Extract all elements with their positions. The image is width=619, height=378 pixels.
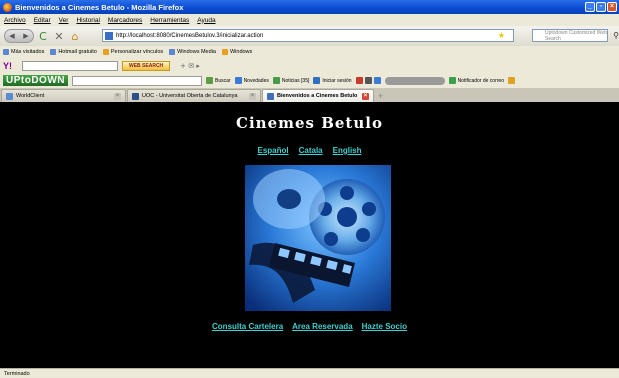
cinemes-favicon [267, 92, 274, 100]
window-controls: _ ▫ × [585, 2, 617, 12]
web-search-button[interactable]: WEB SEARCH [122, 60, 171, 71]
tab-worldclient[interactable]: WorldClient × [1, 89, 126, 102]
iniciar-sesion-button[interactable]: Iniciar sesión [313, 77, 352, 84]
menu-ayuda[interactable]: Ayuda [197, 17, 215, 24]
back-forward-buttons[interactable]: ◀ ▶ [4, 29, 34, 43]
reload-icon[interactable]: C [36, 29, 50, 43]
tab-uoc[interactable]: UOC - Universitat Oberta de Catalunya × [127, 89, 261, 102]
uptodown-toolbar: UPtoDOWN Buscar Novedades Noticias [35] … [0, 73, 619, 88]
status-text: Terminado [4, 370, 30, 377]
bookmark-windows-media[interactable]: Windows Media [169, 49, 216, 55]
page-viewport: Cinemes Betulo Español Catala English Co… [0, 102, 619, 368]
login-icon [313, 77, 321, 84]
new-tab-icon[interactable]: + [378, 89, 383, 102]
language-links: Español Catala English [0, 146, 619, 155]
bookmark-star-icon[interactable]: ★ [498, 31, 505, 40]
stop-icon[interactable]: ✕ [52, 29, 66, 43]
tab-close-icon[interactable]: × [114, 92, 121, 100]
menu-bar: Archivo Editar Ver Historial Marcadores … [0, 14, 619, 26]
search-icon[interactable]: ⚲ [613, 31, 619, 40]
url-text: http://localhost:8080/CinemesBetulov.3/i… [116, 32, 264, 39]
navigation-bar: ◀ ▶ C ✕ ⌂ http://localhost:8080/CinemesB… [0, 26, 619, 46]
close-icon[interactable]: × [607, 2, 617, 12]
tab-close-icon[interactable]: × [362, 92, 369, 100]
tab-close-icon[interactable]: × [249, 92, 256, 100]
bookmarks-bar: Más visitados Hotmail gratuito Personali… [0, 46, 619, 58]
windows-icon [102, 49, 109, 55]
firefox-icon [3, 2, 12, 12]
window-titlebar: Bienvenidos a Cinemes Betulo - Mozilla F… [0, 0, 619, 14]
yahoo-search-input[interactable] [22, 60, 118, 71]
worldclient-favicon [6, 92, 13, 100]
lang-link-english[interactable]: English [333, 146, 362, 155]
radio-player[interactable] [384, 76, 445, 85]
windows-icon [221, 49, 228, 55]
minimize-icon[interactable]: _ [585, 2, 595, 12]
lang-link-espanol[interactable]: Español [257, 146, 288, 155]
yahoo-toolbar: Y! WEB SEARCH + ✉ ▸ [0, 58, 619, 73]
page-title: Cinemes Betulo [236, 114, 383, 132]
bookmark-icon [3, 49, 9, 55]
globe-icon [373, 77, 381, 84]
window-title: Bienvenidos a Cinemes Betulo - Mozilla F… [15, 2, 184, 12]
news-icon [234, 77, 242, 84]
rss-icon [272, 77, 280, 84]
status-bar: Terminado [0, 368, 619, 378]
menu-marcadores[interactable]: Marcadores [108, 17, 142, 24]
noticias-button[interactable]: Noticias [35] [272, 77, 309, 84]
uptodown-search-input[interactable] [72, 75, 202, 86]
lang-link-catala[interactable]: Catala [299, 146, 323, 155]
tab-cinemes-betulo[interactable]: Bienvenidos a Cinemes Betulo × [262, 89, 374, 102]
novedades-button[interactable]: Novedades [234, 77, 269, 84]
yahoo-logo[interactable]: Y! [3, 61, 12, 71]
tab-bar: WorldClient × UOC - Universitat Oberta d… [0, 88, 619, 102]
menu-archivo[interactable]: Archivo [4, 17, 26, 24]
search-input[interactable]: Uptodown Customized Web Search ⚲ [532, 29, 619, 42]
menu-editar[interactable]: Editar [34, 17, 51, 24]
search-placeholder: Uptodown Customized Web Search [545, 29, 607, 42]
maximize-icon[interactable]: ▫ [596, 2, 606, 12]
toolbar-extra-icon[interactable]: + ✉ ▸ [180, 62, 200, 70]
uoc-favicon [132, 92, 139, 100]
widget-icon [364, 77, 372, 84]
bookmark-windows[interactable]: Windows [221, 49, 252, 55]
url-bar[interactable]: http://localhost:8080/CinemesBetulov.3/i… [102, 29, 514, 42]
mail-icon [355, 77, 363, 84]
menu-ver[interactable]: Ver [59, 17, 69, 24]
menu-historial[interactable]: Historial [76, 17, 99, 24]
buscar-button[interactable]: Buscar [206, 77, 231, 84]
uptodown-logo[interactable]: UPtoDOWN [3, 75, 68, 86]
page-icon [50, 49, 57, 55]
home-icon[interactable]: ⌂ [68, 29, 82, 43]
search-icon [206, 77, 213, 84]
main-nav-links: Consulta Cartelera Area Reservada Hazte … [0, 322, 619, 331]
film-reel-image [245, 165, 391, 311]
bookmark-most-visited[interactable]: Más visitados [3, 49, 44, 55]
extension-icon[interactable] [507, 77, 515, 84]
bookmark-hotmail[interactable]: Hotmail gratuito [50, 49, 97, 55]
forward-icon[interactable]: ▶ [23, 32, 28, 40]
bookmark-customize-links[interactable]: Personalizar vínculos [102, 49, 163, 55]
notificador-correo-button[interactable]: Notificador de correo [448, 77, 504, 84]
site-favicon [105, 31, 113, 40]
mail-notifier-icon [448, 77, 456, 84]
toolbar-icons-group[interactable] [355, 77, 381, 84]
hazte-socio-link[interactable]: Hazte Socio [362, 322, 407, 331]
consulta-cartelera-link[interactable]: Consulta Cartelera [212, 322, 283, 331]
page-icon [169, 49, 176, 55]
back-icon[interactable]: ◀ [9, 32, 14, 40]
area-reservada-link[interactable]: Area Reservada [292, 322, 352, 331]
menu-herramientas[interactable]: Herramientas [150, 17, 189, 24]
